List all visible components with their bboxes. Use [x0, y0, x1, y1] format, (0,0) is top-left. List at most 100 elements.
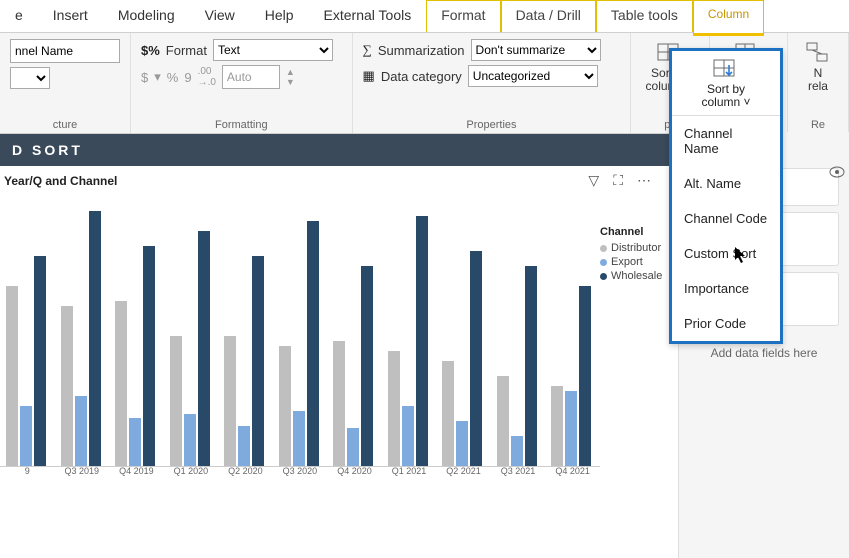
bar[interactable] — [238, 426, 250, 466]
group-caption-properties: Properties — [363, 117, 621, 131]
tab-view[interactable]: View — [190, 0, 250, 32]
tab-format[interactable]: Format — [426, 0, 500, 32]
bar[interactable] — [442, 361, 454, 466]
bar[interactable] — [61, 306, 73, 466]
bar[interactable] — [170, 336, 182, 466]
group-caption-structure: cture — [10, 117, 120, 131]
x-axis-label: Q4 2020 — [327, 466, 382, 476]
tab-column[interactable]: Column — [693, 0, 764, 36]
add-data-fields[interactable]: Add data fields here — [679, 346, 849, 360]
x-axis-label: Q1 2021 — [382, 466, 437, 476]
thousands-icon[interactable]: 9 — [184, 70, 191, 85]
category-icon: ▦ — [363, 68, 375, 84]
filter-icon[interactable]: ▽ — [588, 172, 599, 189]
name-field[interactable] — [10, 39, 120, 63]
bar[interactable] — [20, 406, 32, 466]
bar-group[interactable] — [333, 266, 373, 466]
sort-option-channel-name[interactable]: Channel Name — [672, 116, 780, 166]
bar-group[interactable] — [6, 256, 46, 466]
sigma-icon: ∑ — [363, 42, 372, 58]
bar-chart[interactable]: 9Q3 2019Q4 2019Q1 2020Q2 2020Q3 2020Q4 2… — [0, 206, 600, 496]
sort-icon — [712, 57, 740, 81]
tab-modeling[interactable]: Modeling — [103, 0, 190, 32]
bar[interactable] — [565, 391, 577, 466]
relationship-icon — [805, 41, 831, 65]
decimals-input — [222, 65, 280, 89]
currency-icon: $% — [141, 43, 160, 58]
sort-option-custom-sort[interactable]: Custom Sort — [672, 236, 780, 271]
bar[interactable] — [34, 256, 46, 466]
bar-group[interactable] — [497, 266, 537, 466]
bar[interactable] — [198, 231, 210, 466]
bar[interactable] — [143, 246, 155, 466]
percent-icon[interactable]: % — [167, 70, 179, 85]
data-category-label: Data category — [381, 69, 462, 84]
bar[interactable] — [416, 216, 428, 466]
bar[interactable] — [293, 411, 305, 466]
tab-help[interactable]: Help — [250, 0, 309, 32]
sort-option-alt-name[interactable]: Alt. Name — [672, 166, 780, 201]
mouse-cursor-icon — [734, 246, 752, 264]
tab-e[interactable]: e — [0, 0, 38, 32]
bar[interactable] — [115, 301, 127, 466]
bar[interactable] — [402, 406, 414, 466]
format-select[interactable]: Text — [213, 39, 333, 61]
currency-symbol-icon[interactable]: $ — [141, 70, 148, 85]
x-axis-label: Q2 2020 — [218, 466, 273, 476]
group-caption-rel: Re — [811, 117, 825, 131]
relationships-button[interactable]: N rela — [792, 39, 844, 93]
x-axis-label: Q3 2021 — [491, 466, 546, 476]
bar[interactable] — [579, 286, 591, 466]
bar[interactable] — [470, 251, 482, 466]
data-category-select[interactable]: Uncategorized — [468, 65, 598, 87]
x-axis-label: Q3 2019 — [55, 466, 110, 476]
decimal-icon[interactable]: .00→.0 — [198, 66, 216, 88]
bar-group[interactable] — [170, 231, 210, 466]
bar[interactable] — [184, 414, 196, 466]
bar[interactable] — [525, 266, 537, 466]
bar-group[interactable] — [115, 246, 155, 466]
bar[interactable] — [252, 256, 264, 466]
bar[interactable] — [361, 266, 373, 466]
bar[interactable] — [224, 336, 236, 466]
x-axis-label: Q3 2020 — [273, 466, 328, 476]
bar[interactable] — [347, 428, 359, 466]
bar-group[interactable] — [224, 256, 264, 466]
sort-option-prior-code[interactable]: Prior Code — [672, 306, 780, 341]
bar[interactable] — [551, 386, 563, 466]
sort-option-importance[interactable]: Importance — [672, 271, 780, 306]
bar[interactable] — [129, 418, 141, 466]
bar[interactable] — [388, 351, 400, 466]
bar[interactable] — [279, 346, 291, 466]
bar[interactable] — [75, 396, 87, 466]
x-axis-label: Q4 2021 — [545, 466, 600, 476]
bar-group[interactable] — [442, 251, 482, 466]
datatype-select[interactable] — [10, 67, 50, 89]
bar[interactable] — [456, 421, 468, 466]
legend-item: Wholesale — [600, 270, 662, 282]
group-caption-formatting: Formatting — [141, 117, 342, 131]
bar[interactable] — [89, 211, 101, 466]
bar-group[interactable] — [279, 221, 319, 466]
bar[interactable] — [333, 341, 345, 466]
tab-external-tools[interactable]: External Tools — [309, 0, 427, 32]
tab-table-tools[interactable]: Table tools — [596, 0, 693, 32]
bar-group[interactable] — [551, 286, 591, 466]
bar[interactable] — [511, 436, 523, 466]
sort-by-column-dropdown: Sort bycolumn ˅ Channel NameAlt. NameCha… — [669, 48, 783, 344]
eye-icon[interactable] — [829, 166, 845, 178]
focus-icon[interactable]: ⛶ — [613, 172, 623, 189]
x-axis-label: Q4 2019 — [109, 466, 164, 476]
tab-insert[interactable]: Insert — [38, 0, 103, 32]
x-axis-label: Q2 2021 — [436, 466, 491, 476]
sort-option-channel-code[interactable]: Channel Code — [672, 201, 780, 236]
bar[interactable] — [497, 376, 509, 466]
more-icon[interactable]: ⋯ — [637, 172, 651, 189]
bar-group[interactable] — [61, 211, 101, 466]
bar[interactable] — [307, 221, 319, 466]
summarization-select[interactable]: Don't summarize — [471, 39, 601, 61]
bar[interactable] — [6, 286, 18, 466]
bar-group[interactable] — [388, 216, 428, 466]
tab-data-drill[interactable]: Data / Drill — [501, 0, 596, 32]
legend-item: Distributor — [600, 242, 662, 254]
